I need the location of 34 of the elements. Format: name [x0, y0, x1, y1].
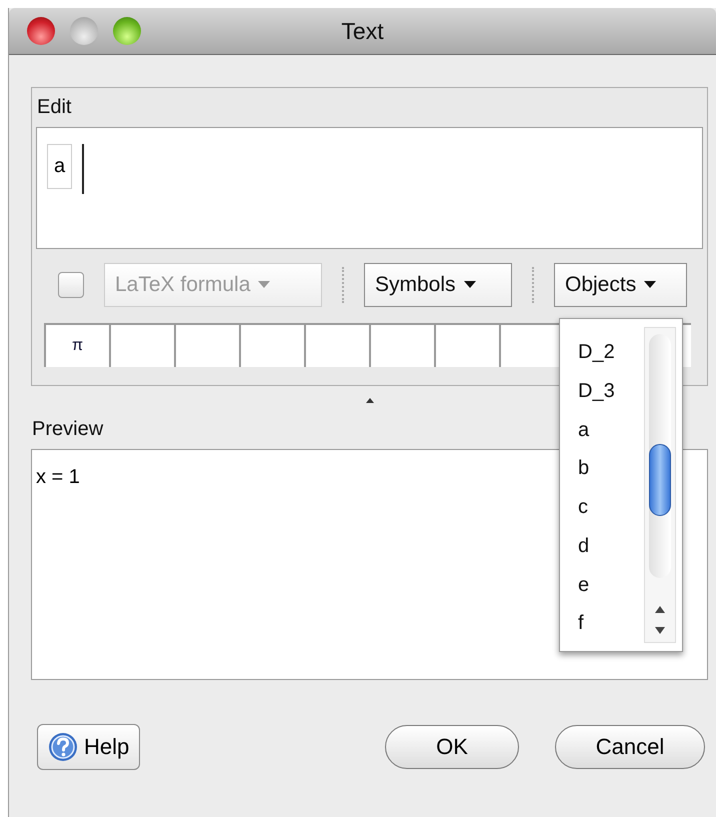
close-icon[interactable] — [27, 17, 55, 45]
caret-icon — [644, 281, 656, 289]
symbols-dropdown[interactable]: Symbols — [364, 263, 512, 307]
splitter-handle-icon[interactable] — [364, 396, 374, 404]
symbol-cell[interactable]: π — [46, 325, 111, 367]
caret-icon — [464, 281, 476, 289]
menu-item[interactable]: a — [578, 418, 644, 458]
minimize-icon[interactable] — [70, 17, 98, 45]
menu-item[interactable]: c — [578, 496, 644, 535]
menu-item[interactable]: d — [578, 534, 644, 574]
scrollbar[interactable] — [644, 327, 676, 643]
menu-item[interactable]: e — [578, 574, 644, 612]
menu-item[interactable]: b — [578, 457, 644, 496]
scroll-up-icon[interactable] — [653, 604, 667, 614]
scroll-down-icon[interactable] — [653, 626, 667, 636]
zoom-icon[interactable] — [113, 17, 141, 45]
window-title: Text — [341, 18, 384, 44]
scroll-thumb[interactable] — [649, 444, 671, 516]
cancel-button[interactable]: Cancel — [555, 725, 705, 769]
menu-item[interactable]: D_3 — [578, 380, 644, 418]
text-token[interactable]: a — [47, 144, 72, 189]
objects-dropdown[interactable]: Objects — [554, 263, 687, 307]
edit-label: Edit — [36, 96, 72, 119]
edit-field[interactable]: a — [36, 127, 703, 249]
menu-item[interactable]: f — [578, 612, 644, 651]
menu-item[interactable]: D_2 — [578, 341, 644, 380]
ok-button[interactable]: OK — [385, 725, 519, 769]
latex-checkbox[interactable] — [58, 272, 84, 298]
preview-text: x = 1 — [36, 466, 80, 488]
help-button[interactable]: Help — [37, 724, 140, 770]
help-icon — [48, 732, 78, 762]
preview-label: Preview — [31, 418, 104, 441]
text-caret — [82, 144, 84, 194]
caret-icon — [258, 281, 270, 289]
